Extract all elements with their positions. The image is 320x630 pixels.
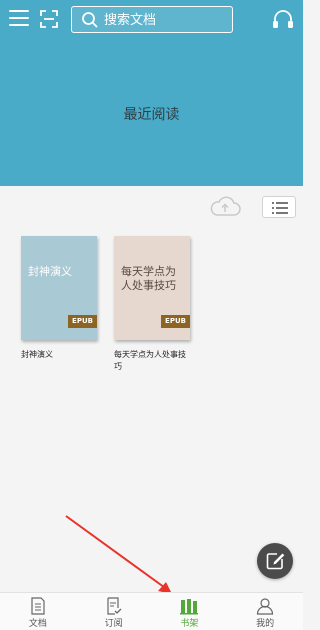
recent-reading-banner[interactable]: 最近阅读: [0, 0, 303, 186]
list-view-button[interactable]: [262, 196, 296, 218]
bottom-tab-bar: 文档 订阅 书架 我的: [0, 592, 303, 630]
tab-subscribe[interactable]: 订阅: [76, 593, 152, 630]
list-view-icon: [272, 202, 288, 214]
cover-title: 每天学点为人处事技巧: [121, 265, 176, 292]
document-icon: [31, 597, 45, 615]
book-title: 每天学点为人处事技巧: [114, 350, 186, 371]
menu-icon[interactable]: [9, 10, 29, 28]
tab-label: 订阅: [104, 619, 123, 629]
compose-icon: [266, 553, 285, 570]
search-box[interactable]: [71, 6, 233, 33]
tab-profile[interactable]: 我的: [227, 593, 303, 630]
search-input[interactable]: [104, 10, 229, 30]
book-title: 封神演义: [21, 350, 53, 359]
tab-label: 书架: [180, 619, 199, 629]
tab-label: 我的: [256, 619, 275, 629]
search-icon: [82, 12, 98, 28]
headphone-icon[interactable]: [272, 9, 294, 29]
book-item[interactable]: 每天学点为人处事技巧 EPUB 每天学点为人处事技巧: [114, 236, 190, 373]
format-badge: EPUB: [161, 315, 190, 328]
profile-icon: [257, 598, 274, 615]
cover-title: 封神演义: [28, 265, 72, 278]
book-cover[interactable]: 封神演义 EPUB: [21, 236, 97, 340]
book-item[interactable]: 封神演义 EPUB 封神演义: [21, 236, 97, 361]
tab-label: 文档: [28, 619, 47, 629]
book-cover[interactable]: 每天学点为人处事技巧 EPUB: [114, 236, 190, 340]
cloud-upload-icon[interactable]: [208, 196, 242, 218]
tab-bookshelf[interactable]: 书架: [152, 593, 228, 630]
scan-icon[interactable]: [40, 10, 58, 28]
compose-button[interactable]: [257, 543, 293, 579]
format-badge: EPUB: [68, 315, 97, 328]
bookshelf-icon: [180, 599, 199, 615]
tab-documents[interactable]: 文档: [0, 593, 76, 630]
subscribe-icon: [107, 597, 122, 615]
recent-reading-label: 最近阅读: [123, 107, 180, 123]
